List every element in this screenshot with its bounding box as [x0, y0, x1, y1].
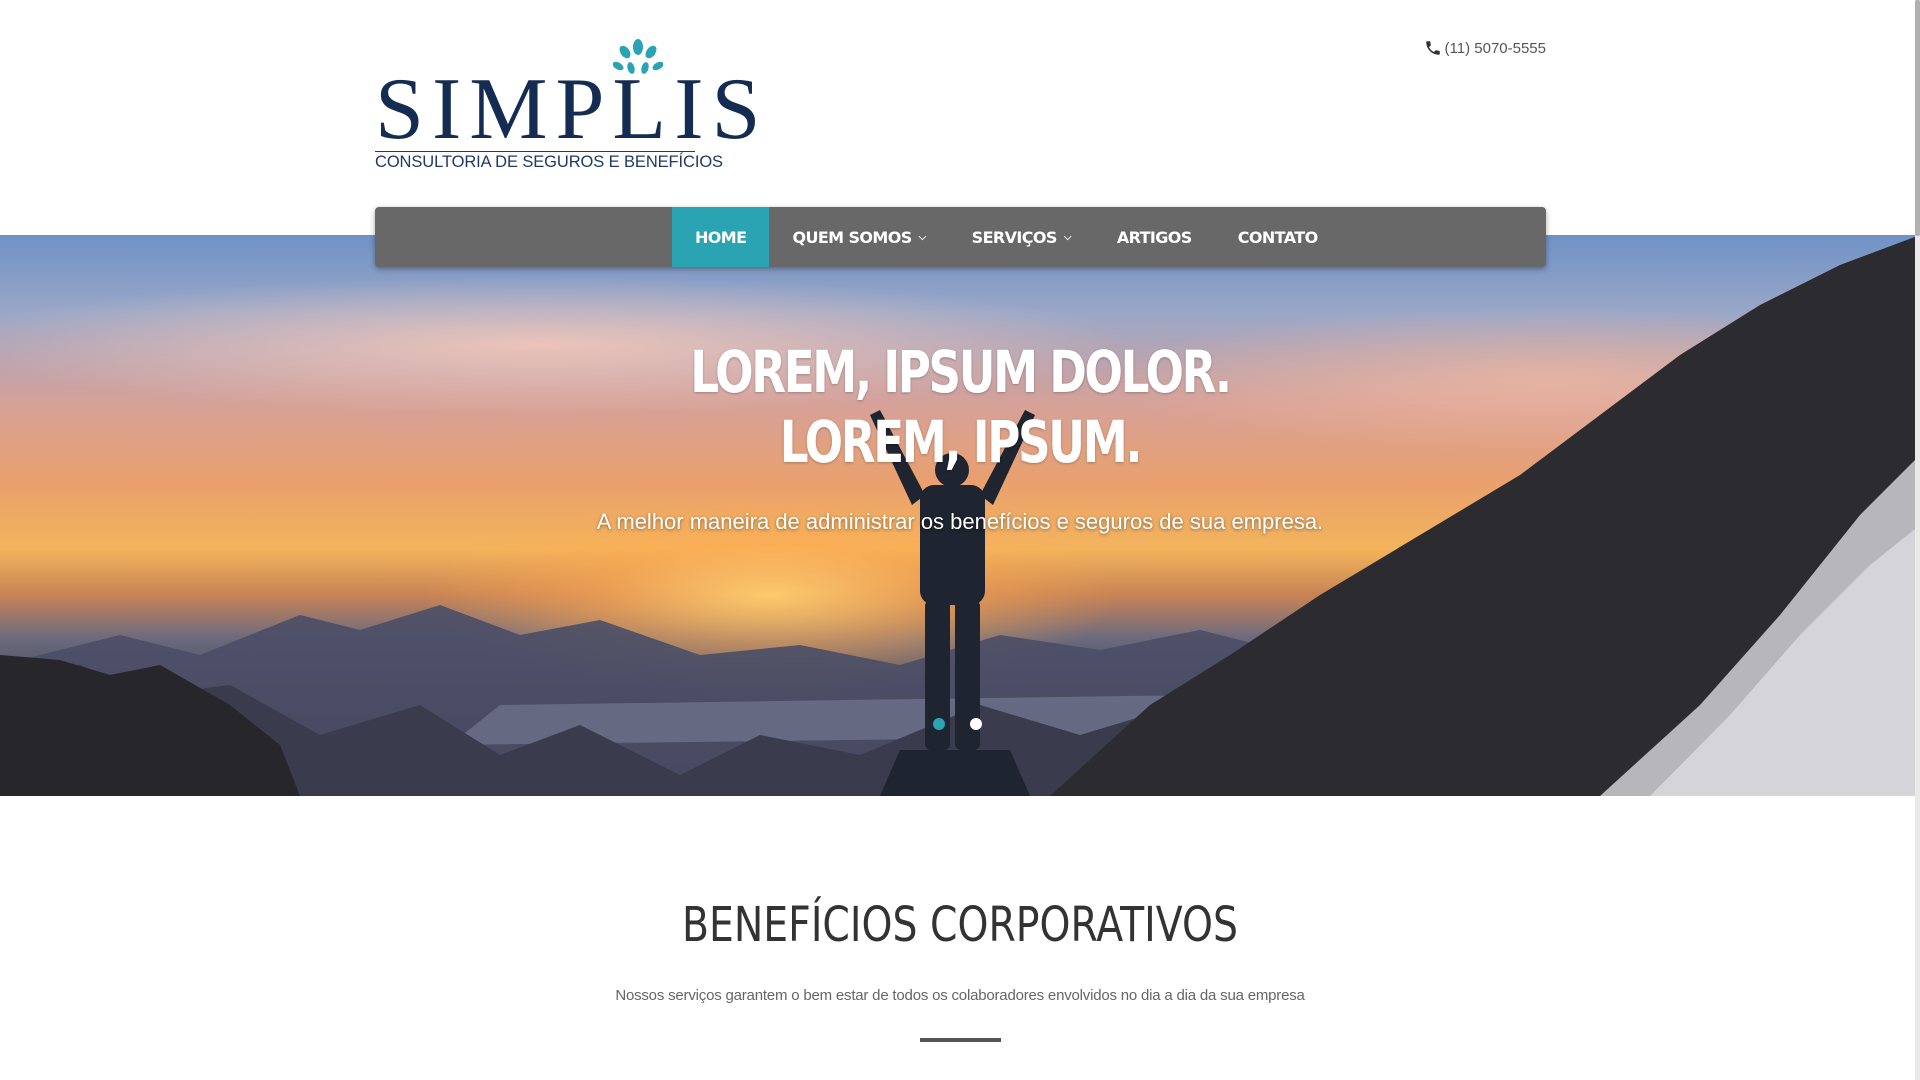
nav-item-label: ARTIGOS — [1116, 227, 1193, 247]
nav-item-label: SERVIÇOS — [971, 227, 1058, 247]
nav-item-artigos[interactable]: ARTIGOS — [1094, 207, 1215, 267]
nav-item-servicos[interactable]: SERVIÇOS ⌵ — [949, 207, 1094, 267]
nav-item-home[interactable]: HOME — [672, 207, 770, 267]
slider-pagination — [933, 718, 982, 730]
hero-slider: LOREM, IPSUM DOLOR. LOREM, IPSUM. A melh… — [0, 235, 1920, 796]
hero-headline: LOREM, IPSUM DOLOR. LOREM, IPSUM. — [211, 337, 1709, 477]
section-divider — [920, 1038, 1001, 1042]
slider-dot-1[interactable] — [933, 718, 945, 730]
nav-items: HOME QUEM SOMOS ⌵ SERVIÇOS ⌵ ARTIGOS CON… — [672, 207, 1341, 267]
nav-item-label: CONTATO — [1237, 227, 1318, 247]
chevron-down-icon: ⌵ — [1063, 231, 1072, 243]
logo-tagline: CONSULTORIA DE SEGUROS E BENEFÍCIOS — [375, 151, 723, 171]
phone-icon — [1425, 41, 1440, 55]
nav-item-label: QUEM SOMOS — [792, 227, 912, 247]
page-scrollbar[interactable] — [1915, 0, 1920, 1080]
section-subtitle: Nossos serviços garantem o bem estar de … — [615, 987, 1305, 1004]
section-title: BENEFÍCIOS CORPORATIVOS — [681, 897, 1238, 953]
hero-headline-line2: LOREM, IPSUM. — [779, 408, 1143, 476]
phone-number: (11) 5070-5555 — [1444, 39, 1546, 57]
header-phone[interactable]: (11) 5070-5555 — [1424, 39, 1546, 57]
page: SIMPLIS CONSULTORIA DE SEGUROS E BENEFÍC… — [0, 0, 1920, 1080]
chevron-down-icon: ⌵ — [918, 231, 927, 243]
slider-dot-2[interactable] — [970, 718, 982, 730]
logo-wordmark: SIMPLIS — [375, 61, 769, 158]
hero-subheadline: A melhor maneira de administrar os benef… — [596, 509, 1324, 534]
main-navigation: HOME QUEM SOMOS ⌵ SERVIÇOS ⌵ ARTIGOS CON… — [375, 207, 1546, 267]
nav-item-quem-somos[interactable]: QUEM SOMOS ⌵ — [769, 207, 948, 267]
site-logo[interactable]: SIMPLIS CONSULTORIA DE SEGUROS E BENEFÍC… — [375, 38, 760, 173]
nav-item-contato[interactable]: CONTATO — [1215, 207, 1341, 267]
scrollbar-thumb[interactable] — [1915, 0, 1920, 236]
nav-item-label: HOME — [695, 227, 747, 247]
hero-headline-line1: LOREM, IPSUM DOLOR. — [690, 338, 1232, 406]
